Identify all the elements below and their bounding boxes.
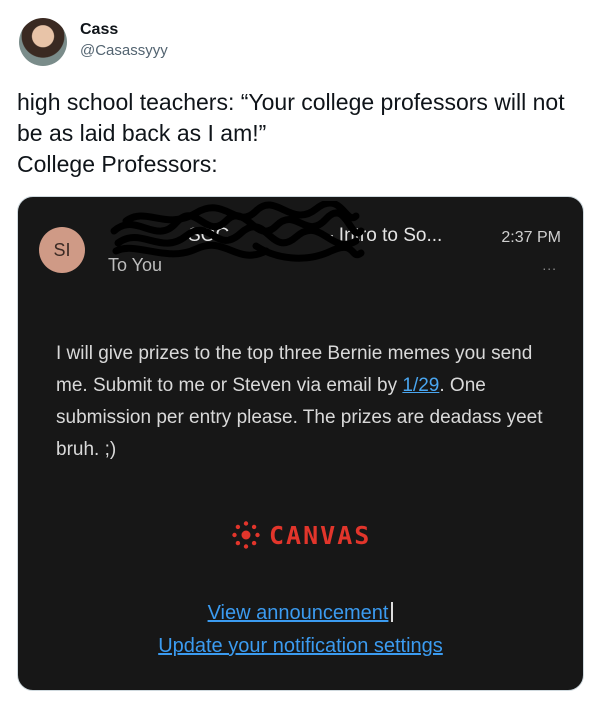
sender-initials: SI	[53, 239, 71, 260]
email-time: 2:37 PM	[501, 229, 561, 246]
canvas-logo-icon	[232, 521, 260, 549]
tweet-author-avatar[interactable]	[19, 18, 67, 66]
tweet-display-name[interactable]: Cass	[80, 21, 118, 39]
tweet-text: high school teachers: “Your college prof…	[17, 89, 565, 177]
date-link[interactable]: 1/29	[402, 375, 439, 396]
tweet-handle[interactable]: @Casassyyy	[80, 42, 168, 59]
text-caret	[391, 602, 394, 622]
view-announcement-link-row: View announcement	[18, 602, 583, 625]
email-body: I will give prizes to the top three Bern…	[56, 338, 556, 466]
canvas-logo-text: CANVAS	[269, 520, 372, 550]
update-notification-settings-link[interactable]: Update your notification settings	[18, 635, 583, 658]
sender-avatar: SI	[39, 227, 85, 273]
canvas-logo: CANVAS	[231, 520, 371, 550]
email-recipient: To You	[108, 255, 163, 275]
view-announcement-link[interactable]: View announcement	[208, 602, 389, 624]
email-screenshot: SI SOC - Intro to So... 2:37 PM To You ..…	[17, 196, 584, 691]
more-options-icon[interactable]: ...	[542, 257, 557, 273]
